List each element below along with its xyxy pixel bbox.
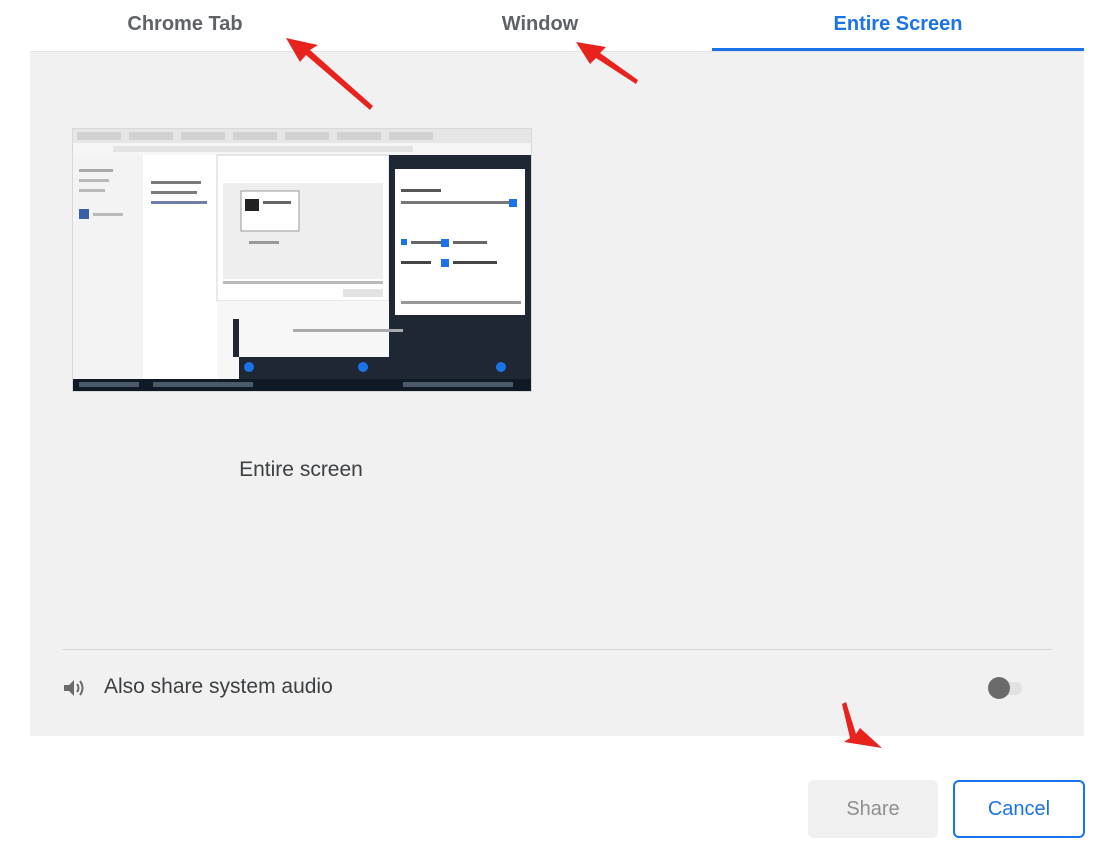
panel-divider: [62, 649, 1052, 650]
tab-window[interactable]: Window: [370, 0, 710, 50]
cancel-button[interactable]: Cancel: [953, 780, 1085, 838]
source-tile-entire-screen[interactable]: Entire screen: [66, 122, 536, 482]
toggle-knob: [988, 677, 1010, 699]
speaker-icon: [64, 680, 84, 696]
share-button[interactable]: Share: [808, 780, 938, 838]
system-audio-toggle[interactable]: [988, 676, 1022, 700]
source-panel: Entire screen Also share system audio: [30, 52, 1084, 736]
screen-thumbnail-image: [73, 129, 531, 391]
system-audio-row: Also share system audio: [62, 664, 1052, 712]
tab-chrome-tab[interactable]: Chrome Tab: [30, 0, 340, 50]
tab-entire-screen[interactable]: Entire Screen: [712, 0, 1084, 50]
source-tabs: Chrome Tab Window Entire Screen: [0, 0, 1108, 54]
source-label: Entire screen: [239, 458, 363, 481]
system-audio-label: Also share system audio: [104, 675, 333, 698]
screen-thumbnail: [72, 128, 532, 392]
